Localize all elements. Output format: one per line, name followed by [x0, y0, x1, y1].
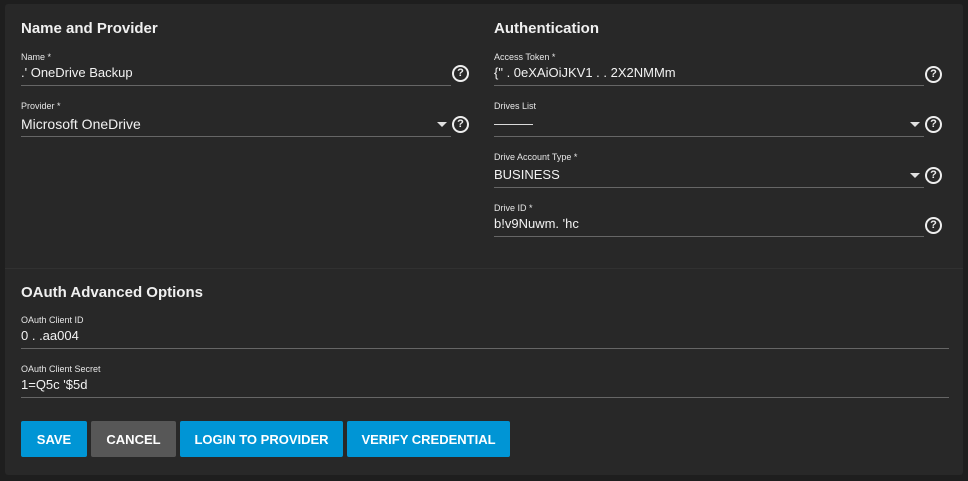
- provider-value: Microsoft OneDrive: [21, 116, 141, 132]
- drives-list-value: ———: [494, 116, 533, 131]
- access-token-label: Access Token *: [494, 52, 556, 62]
- drive-account-type-underline: [494, 187, 924, 188]
- oauth-client-secret-field[interactable]: OAuth Client Secret 1=Q5c '$5d: [21, 364, 949, 399]
- drives-list-underline: [494, 136, 924, 137]
- access-token-field[interactable]: Access Token * {" . 0eXAiOiJKV1 . . 2X2N…: [494, 52, 924, 87]
- drive-id-label: Drive ID *: [494, 203, 533, 213]
- oauth-client-id-input[interactable]: 0 . .aa004: [21, 328, 949, 343]
- authentication-title: Authentication: [494, 20, 599, 37]
- drive-account-type-dropdown-icon[interactable]: [910, 173, 920, 178]
- oauth-client-id-field[interactable]: OAuth Client ID 0 . .aa004: [21, 315, 949, 350]
- name-underline: [21, 85, 451, 86]
- drive-account-type-select[interactable]: Drive Account Type * BUSINESS: [494, 152, 924, 189]
- oauth-client-secret-underline: [21, 397, 949, 398]
- drive-account-type-help-icon[interactable]: ?: [925, 167, 942, 184]
- drive-id-underline: [494, 236, 924, 237]
- oauth-client-secret-input[interactable]: 1=Q5c '$5d: [21, 377, 949, 392]
- oauth-client-id-label: OAuth Client ID: [21, 315, 84, 325]
- name-label: Name *: [21, 52, 52, 62]
- provider-help-icon[interactable]: ?: [452, 116, 469, 133]
- provider-select[interactable]: Provider * Microsoft OneDrive: [21, 101, 451, 138]
- drives-list-label: Drives List: [494, 101, 537, 111]
- section-divider: [5, 268, 963, 269]
- drive-id-input[interactable]: b!v9Nuwm. 'hc: [494, 216, 924, 231]
- drive-account-type-value: BUSINESS: [494, 167, 560, 182]
- login-to-provider-button[interactable]: LOGIN TO PROVIDER: [180, 421, 343, 457]
- cancel-button[interactable]: CANCEL: [91, 421, 176, 457]
- drive-id-help-icon[interactable]: ?: [925, 217, 942, 234]
- name-help-icon[interactable]: ?: [452, 65, 469, 82]
- provider-underline: [21, 136, 451, 137]
- drive-account-type-label: Drive Account Type *: [494, 152, 578, 162]
- credentials-form-card: Name and Provider Name * .' OneDrive Bac…: [5, 4, 963, 475]
- drives-list-select[interactable]: Drives List ———: [494, 101, 924, 138]
- name-input[interactable]: .' OneDrive Backup: [21, 65, 446, 80]
- verify-credential-button[interactable]: VERIFY CREDENTIAL: [347, 421, 510, 457]
- oauth-title: OAuth Advanced Options: [21, 284, 203, 301]
- drives-list-dropdown-icon[interactable]: [910, 122, 920, 127]
- save-button[interactable]: SAVE: [21, 421, 87, 457]
- access-token-input[interactable]: {" . 0eXAiOiJKV1 . . 2X2NMMm: [494, 65, 924, 80]
- provider-dropdown-icon[interactable]: [437, 122, 447, 127]
- provider-label: Provider *: [21, 101, 61, 111]
- oauth-client-secret-label: OAuth Client Secret: [21, 364, 101, 374]
- drives-list-help-icon[interactable]: ?: [925, 116, 942, 133]
- name-field[interactable]: Name * .' OneDrive Backup: [21, 52, 451, 87]
- oauth-client-id-underline: [21, 348, 949, 349]
- drive-id-field[interactable]: Drive ID * b!v9Nuwm. 'hc: [494, 203, 924, 238]
- access-token-underline: [494, 85, 924, 86]
- name-provider-title: Name and Provider: [21, 20, 158, 37]
- access-token-help-icon[interactable]: ?: [925, 66, 942, 83]
